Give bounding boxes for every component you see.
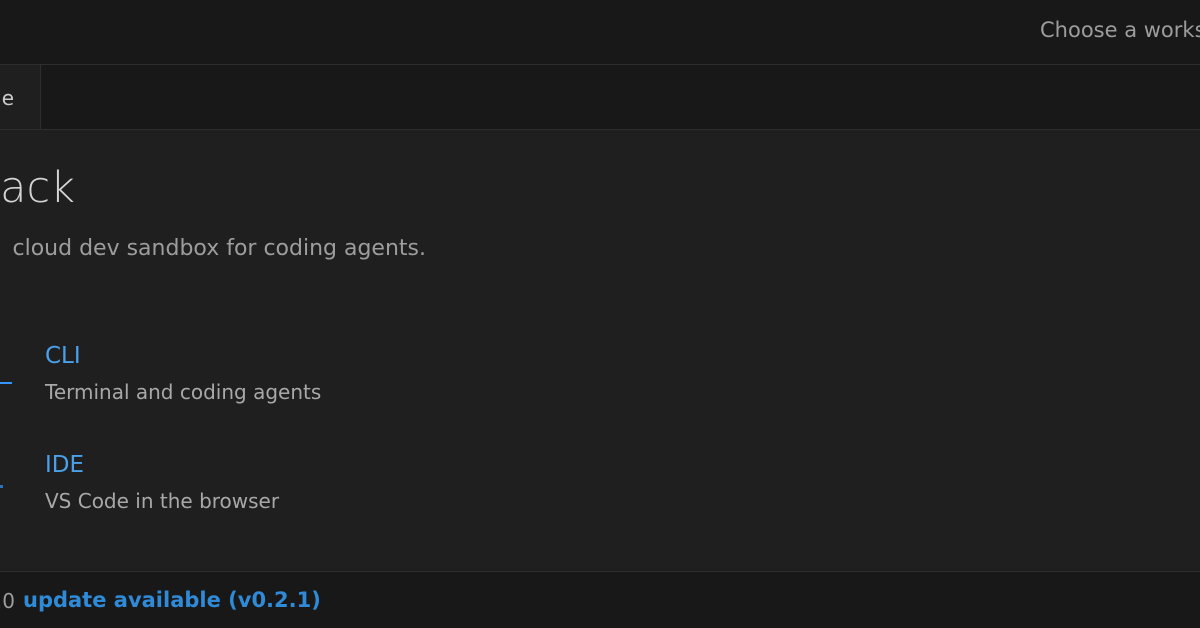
update-available-link[interactable]: update available (v0.2.1) — [23, 588, 321, 612]
terminal-icon — [0, 382, 12, 384]
start-item-ide-description: VS Code in the browser — [45, 489, 280, 513]
code-icon — [0, 485, 3, 488]
workspace-picker-hint[interactable]: Choose a works — [1040, 18, 1200, 42]
start-item-ide[interactable]: IDE VS Code in the browser — [45, 450, 279, 515]
start-item-cli-title[interactable]: CLI — [45, 341, 321, 371]
status-bar: .0 update available (v0.2.1) — [0, 571, 1200, 628]
tab-welcome[interactable]: e — [0, 65, 41, 129]
start-item-ide-title[interactable]: IDE — [45, 450, 279, 480]
version-label: .0 — [0, 589, 15, 613]
welcome-page: vack cloud dev sandbox for coding agents… — [0, 130, 1200, 571]
start-item-cli[interactable]: CLI Terminal and coding agents — [45, 341, 321, 406]
tab-bar: e — [0, 65, 1200, 130]
top-bar: Choose a works — [0, 0, 1200, 65]
tab-label: e — [1, 86, 14, 110]
start-item-cli-description: Terminal and coding agents — [45, 380, 322, 404]
product-title: vack — [0, 163, 75, 213]
product-tagline: cloud dev sandbox for coding agents. — [12, 236, 426, 261]
